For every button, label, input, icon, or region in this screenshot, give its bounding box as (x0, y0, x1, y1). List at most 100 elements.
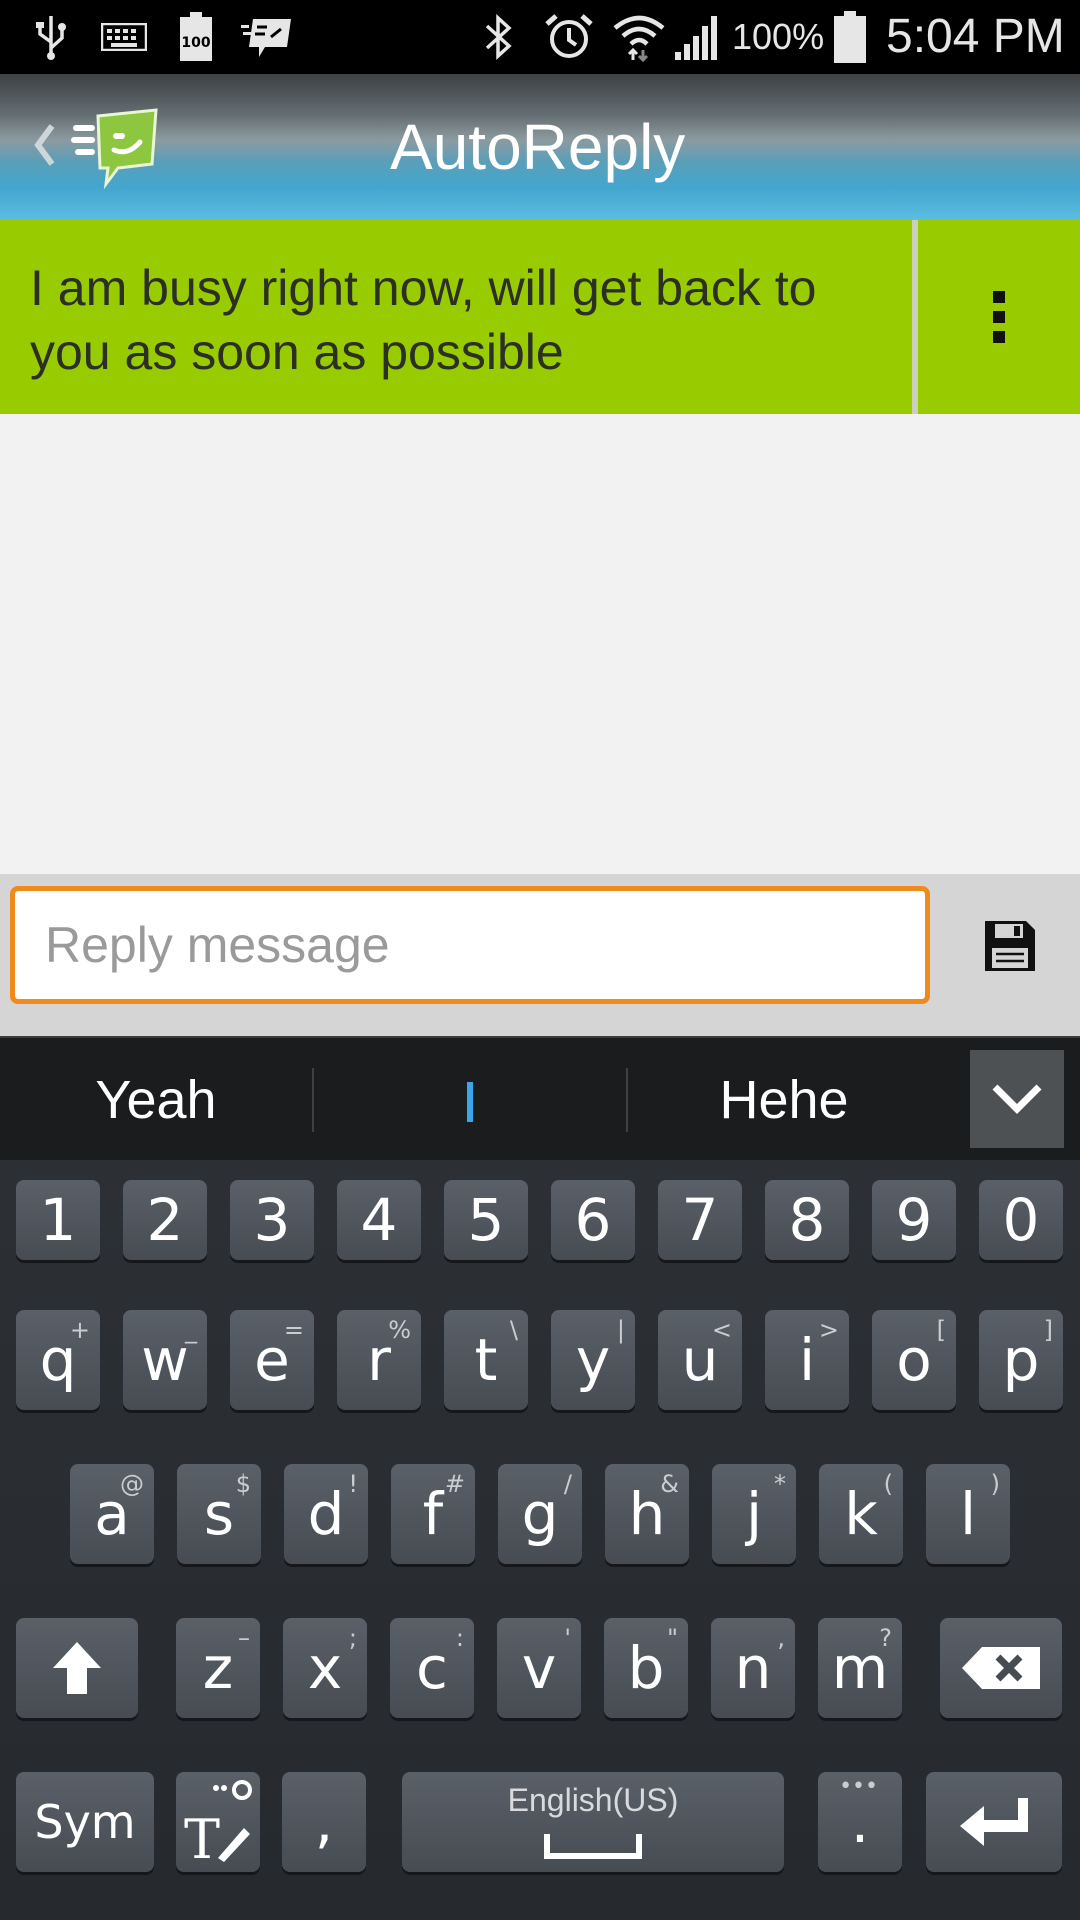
key-l[interactable]: ) l (926, 1464, 1010, 1564)
key-label: n (734, 1634, 772, 1702)
key-k[interactable]: (k (819, 1464, 903, 1564)
key-label: x (307, 1634, 343, 1702)
key-label: y (575, 1326, 611, 1394)
key-label: 3 (253, 1186, 291, 1254)
battery-icon (830, 10, 870, 64)
key-z[interactable]: – z (176, 1618, 260, 1718)
floppy-disk-icon (985, 921, 1035, 971)
key-alt-label: _ (185, 1316, 197, 1344)
key-3[interactable]: 3 (230, 1180, 314, 1260)
suggestion-item[interactable]: Yeah (0, 1038, 312, 1162)
card-overflow-menu-button[interactable] (918, 220, 1080, 414)
key-label: 2 (146, 1186, 184, 1254)
space-key[interactable]: English(US) (402, 1772, 784, 1872)
key-label: 9 (895, 1186, 933, 1254)
key-p[interactable]: ] p (979, 1310, 1063, 1410)
active-reply-card[interactable]: I am busy right now, will get back to yo… (0, 220, 912, 414)
key-o[interactable]: [o (872, 1310, 956, 1410)
key-y[interactable]: | y (551, 1310, 635, 1410)
handwriting-settings-key[interactable]: T (176, 1772, 260, 1872)
key-b[interactable]: " b (604, 1618, 688, 1718)
key-label: 0 (1002, 1186, 1040, 1254)
alarm-icon (542, 10, 596, 64)
suggestion-bar: Yeah Hehe (0, 1036, 1080, 1162)
backspace-icon (962, 1647, 1040, 1689)
key-alt-label: ; (348, 1624, 357, 1652)
key-d[interactable]: ! d (284, 1464, 368, 1564)
key-label: z (202, 1634, 234, 1702)
key-alt-label: – (238, 1624, 250, 1652)
key-g[interactable]: / g (498, 1464, 582, 1564)
key-5[interactable]: 5 (444, 1180, 528, 1260)
key-x[interactable]: ; x (283, 1618, 367, 1718)
key-q[interactable]: + q (16, 1310, 100, 1410)
sym-key[interactable]: Sym (16, 1772, 154, 1872)
key-n[interactable]: ,n (711, 1618, 795, 1718)
key-6[interactable]: 6 (551, 1180, 635, 1260)
handwriting-settings-icon: T (184, 1780, 252, 1868)
key-alt-label: [ (936, 1316, 946, 1344)
status-bar: 100 100% 5:04 PM (0, 0, 1080, 74)
key-1[interactable]: 1 (16, 1180, 100, 1260)
key-j[interactable]: * j (712, 1464, 796, 1564)
key-label: c (416, 1634, 448, 1702)
key-h[interactable]: & h (605, 1464, 689, 1564)
key-label: f (422, 1480, 444, 1548)
key-label: 7 (681, 1186, 719, 1254)
key-label: j (745, 1480, 763, 1548)
key-alt-label: & (660, 1470, 679, 1498)
key-a[interactable]: @ a (70, 1464, 154, 1564)
key-alt-label: ( (883, 1470, 893, 1498)
key-f[interactable]: # f (391, 1464, 475, 1564)
suggestion-item[interactable]: Hehe (628, 1038, 940, 1162)
key-8[interactable]: 8 (765, 1180, 849, 1260)
key-c[interactable]: :c (390, 1618, 474, 1718)
key-0[interactable]: 0 (979, 1180, 1063, 1260)
key-alt-label: + (69, 1316, 90, 1344)
autoreply-notification-icon (240, 10, 296, 64)
key-9[interactable]: 9 (872, 1180, 956, 1260)
key-alt-label: @ (120, 1470, 144, 1498)
key-7[interactable]: 7 (658, 1180, 742, 1260)
key-label: t (474, 1326, 498, 1394)
reply-input-row (0, 874, 1080, 1036)
bluetooth-icon (478, 10, 518, 64)
collapse-keyboard-button[interactable] (970, 1050, 1064, 1148)
app-logo-icon[interactable] (70, 102, 162, 194)
key-label: s (203, 1480, 235, 1548)
key-e[interactable]: = e (230, 1310, 314, 1410)
signal-icon (672, 10, 722, 64)
reply-message-input[interactable] (10, 886, 930, 1004)
enter-key[interactable] (926, 1772, 1062, 1872)
key-r[interactable]: % r (337, 1310, 421, 1410)
key-t[interactable]: \ t (444, 1310, 528, 1410)
key-v[interactable]: ' v (497, 1618, 581, 1718)
key-s[interactable]: $ s (177, 1464, 261, 1564)
clock: 5:04 PM (886, 10, 1065, 63)
key-alt-label: " (666, 1624, 678, 1652)
page-title: AutoReply (390, 111, 686, 183)
shift-key[interactable] (16, 1618, 138, 1718)
key-alt-label: ) (990, 1470, 1000, 1498)
comma-key[interactable]: , (282, 1772, 366, 1872)
key-m[interactable]: ? m (818, 1618, 902, 1718)
key-label: 5 (467, 1186, 505, 1254)
backspace-key[interactable] (940, 1618, 1062, 1718)
key-label: p (1002, 1326, 1040, 1394)
key-i[interactable]: > i (765, 1310, 849, 1410)
key-4[interactable]: 4 (337, 1180, 421, 1260)
key-w[interactable]: _ w (123, 1310, 207, 1410)
key-label: 1 (39, 1186, 77, 1254)
key-u[interactable]: < u (658, 1310, 742, 1410)
back-chevron-icon[interactable] (30, 120, 60, 170)
key-2[interactable]: 2 (123, 1180, 207, 1260)
reply-list-area (0, 414, 1080, 874)
save-button[interactable] (960, 896, 1060, 996)
key-alt-label: ' (564, 1624, 571, 1652)
keyboard-icon (100, 10, 148, 64)
battery-small-icon: 100 (176, 10, 216, 64)
period-key-more-hint: ••• (839, 1774, 878, 1799)
period-key[interactable]: ••• . (818, 1772, 902, 1872)
svg-text:T: T (184, 1808, 220, 1868)
shift-icon (53, 1642, 101, 1694)
